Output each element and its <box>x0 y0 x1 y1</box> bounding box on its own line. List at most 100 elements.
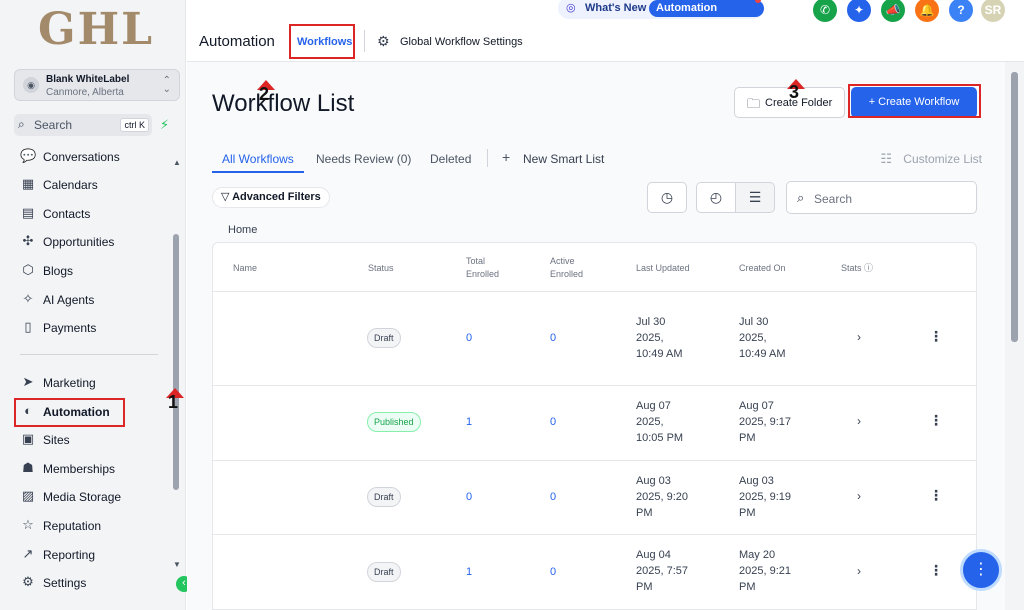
active-enrolled-link[interactable]: 0 <box>550 491 556 503</box>
column-header-stats[interactable]: Stats ⓘ <box>841 262 873 275</box>
active-enrolled-link[interactable]: 0 <box>550 332 556 344</box>
more-options-icon[interactable]: ⋮ <box>929 487 943 504</box>
sidebar-item-reporting[interactable]: ↗ Reporting <box>20 544 170 566</box>
sidebar-item-label: AI Agents <box>43 293 95 307</box>
sidebar-item-label: Conversations <box>43 150 120 164</box>
shortcut-badge: ctrl K <box>120 118 149 132</box>
chevron-right-icon[interactable]: › <box>857 414 861 428</box>
quick-action-icon[interactable]: ⚡ <box>160 117 169 133</box>
last-updated: Aug 03 2025, 9:20 PM <box>636 475 688 519</box>
sidebar-item-label: Blogs <box>43 264 74 278</box>
stats-label: Stats <box>841 263 862 273</box>
active-enrolled-link[interactable]: 0 <box>550 566 556 578</box>
sidebar-item-label: Media Storage <box>43 490 122 504</box>
scroll-up-icon[interactable]: ▲ <box>173 158 181 167</box>
sidebar-item-reputation[interactable]: ☆ Reputation <box>20 515 170 537</box>
search-input[interactable]: ⌕ Search <box>786 181 977 214</box>
annotation-step-2: 2 <box>259 84 270 104</box>
sidebar-item-contacts[interactable]: ▤ Contacts <box>20 203 170 225</box>
avatar[interactable]: SR <box>981 0 1005 22</box>
table-row[interactable]: Draft 0 0 Jul 30 2025, 10:49 AM Jul 30 2… <box>213 291 976 385</box>
breadcrumb[interactable]: Home <box>228 224 257 236</box>
sidebar-search[interactable]: ⌕ Search ctrl K <box>14 114 152 136</box>
account-switcher[interactable]: ◉ Blank WhiteLabel Canmore, Alberta ⌃ ⌄ <box>14 69 180 101</box>
workflow-tabs: All Workflows Needs Review (0) Deleted +… <box>212 144 982 174</box>
chevron-right-icon[interactable]: › <box>857 330 861 344</box>
automation-updates-badge[interactable]: Automation Updates <box>649 0 764 31</box>
tab-deleted[interactable]: Deleted <box>430 152 471 166</box>
advanced-filters-label: Advanced Filters <box>232 191 321 203</box>
status-badge: Draft <box>367 328 401 348</box>
history-icon[interactable]: ◷ <box>647 182 687 213</box>
sidebar-item-label: Sites <box>43 433 70 447</box>
gear-icon: ⚙ <box>377 33 390 49</box>
sidebar-item-blogs[interactable]: ⬡ Blogs <box>20 260 170 282</box>
workflow-table: Name Status Total Enrolled Active Enroll… <box>212 242 977 610</box>
sidebar-item-marketing[interactable]: ➤ Marketing <box>20 372 170 394</box>
scroll-down-icon[interactable]: ▼ <box>173 560 181 569</box>
table-row[interactable]: Published 1 0 Aug 07 2025, 10:05 PM Aug … <box>213 385 976 460</box>
sidebar-item-label: Reputation <box>43 519 102 533</box>
phone-icon[interactable]: ✆ <box>813 0 837 22</box>
sidebar-scrollbar[interactable] <box>173 234 179 490</box>
help-icon[interactable]: ? <box>949 0 973 22</box>
sidebar-item-conversations[interactable]: 💬 Conversations <box>20 146 170 168</box>
total-enrolled-link[interactable]: 0 <box>466 332 472 344</box>
plus-icon: + <box>502 149 511 165</box>
reporting-icon: ↗ <box>22 546 34 561</box>
search-icon: ⌕ <box>18 117 25 131</box>
more-options-icon[interactable]: ⋮ <box>929 328 943 345</box>
tab-all-workflows[interactable]: All Workflows <box>222 152 294 166</box>
column-header-name[interactable]: Name <box>233 262 257 275</box>
more-options-icon[interactable]: ⋮ <box>929 562 943 579</box>
tab-global-workflow-settings[interactable]: Global Workflow Settings <box>400 36 523 48</box>
main-scrollbar[interactable] <box>1005 62 1024 610</box>
customize-list-button[interactable]: Customize List <box>903 152 982 166</box>
whats-new-banner[interactable]: ◎ What's New Automation Updates <box>558 0 764 31</box>
total-enrolled-link[interactable]: 0 <box>466 491 472 503</box>
column-header-last-updated[interactable]: Last Updated <box>636 262 690 275</box>
sidebar-item-opportunities[interactable]: ✣ Opportunities <box>20 231 170 253</box>
reputation-icon: ☆ <box>22 517 34 532</box>
account-name: Blank WhiteLabel <box>46 74 130 85</box>
column-header-created-on[interactable]: Created On <box>739 262 786 275</box>
status-badge: Published <box>367 412 421 432</box>
chevron-right-icon[interactable]: › <box>857 489 861 503</box>
advanced-filters-button[interactable]: ▽ Advanced Filters <box>212 187 330 208</box>
table-row[interactable]: Draft 0 0 Aug 03 2025, 9:20 PM Aug 03 20… <box>213 460 976 534</box>
column-header-active-enrolled[interactable]: Active Enrolled <box>550 255 583 281</box>
table-row[interactable]: Draft 1 0 Aug 04 2025, 7:57 PM May 20 20… <box>213 534 976 609</box>
announcement-icon[interactable]: 📣 <box>881 0 905 22</box>
new-smart-list-button[interactable]: New Smart List <box>523 152 604 166</box>
sidebar-item-calendars[interactable]: ▦ Calendars <box>20 174 170 196</box>
sidebar-item-settings[interactable]: ⚙ Settings <box>20 572 170 594</box>
sidebar-item-memberships[interactable]: ☗ Memberships <box>20 458 170 480</box>
column-header-status[interactable]: Status <box>368 262 394 275</box>
settings-icon: ⚙ <box>22 574 34 589</box>
sidebar-item-sites[interactable]: ▣ Sites <box>20 429 170 451</box>
total-enrolled-link[interactable]: 1 <box>466 566 472 578</box>
created-on: Aug 03 2025, 9:19 PM <box>739 475 791 519</box>
sidebar-item-label: Contacts <box>43 207 91 221</box>
main-scrollbar-thumb[interactable] <box>1011 72 1018 342</box>
annotation-step-3: 3 <box>789 82 800 102</box>
list-view-icon[interactable]: ☰ <box>735 182 775 213</box>
chevron-right-icon[interactable]: › <box>857 564 861 578</box>
info-icon: ⓘ <box>864 263 874 273</box>
sidebar-item-label: Settings <box>43 576 87 590</box>
chat-support-icon[interactable]: ⋮ <box>960 549 1002 591</box>
last-updated: Jul 30 2025, 10:49 AM <box>636 316 683 360</box>
sidebar-item-ai-agents[interactable]: ✧ AI Agents <box>20 289 170 311</box>
clock-icon[interactable]: ◴ <box>696 182 736 213</box>
sidebar-item-media-storage[interactable]: ▨ Media Storage <box>20 486 170 508</box>
sidebar-item-payments[interactable]: ▯ Payments <box>20 317 170 339</box>
tab-needs-review[interactable]: Needs Review (0) <box>316 152 411 166</box>
last-updated: Aug 04 2025, 7:57 PM <box>636 549 688 593</box>
bell-icon[interactable]: 🔔 <box>915 0 939 22</box>
sparkle-icon[interactable]: ✦ <box>847 0 871 22</box>
active-enrolled-link[interactable]: 0 <box>550 416 556 428</box>
total-enrolled-link[interactable]: 1 <box>466 416 472 428</box>
more-options-icon[interactable]: ⋮ <box>929 412 943 429</box>
column-header-total-enrolled[interactable]: Total Enrolled <box>466 255 499 281</box>
last-updated: Aug 07 2025, 10:05 PM <box>636 400 684 444</box>
